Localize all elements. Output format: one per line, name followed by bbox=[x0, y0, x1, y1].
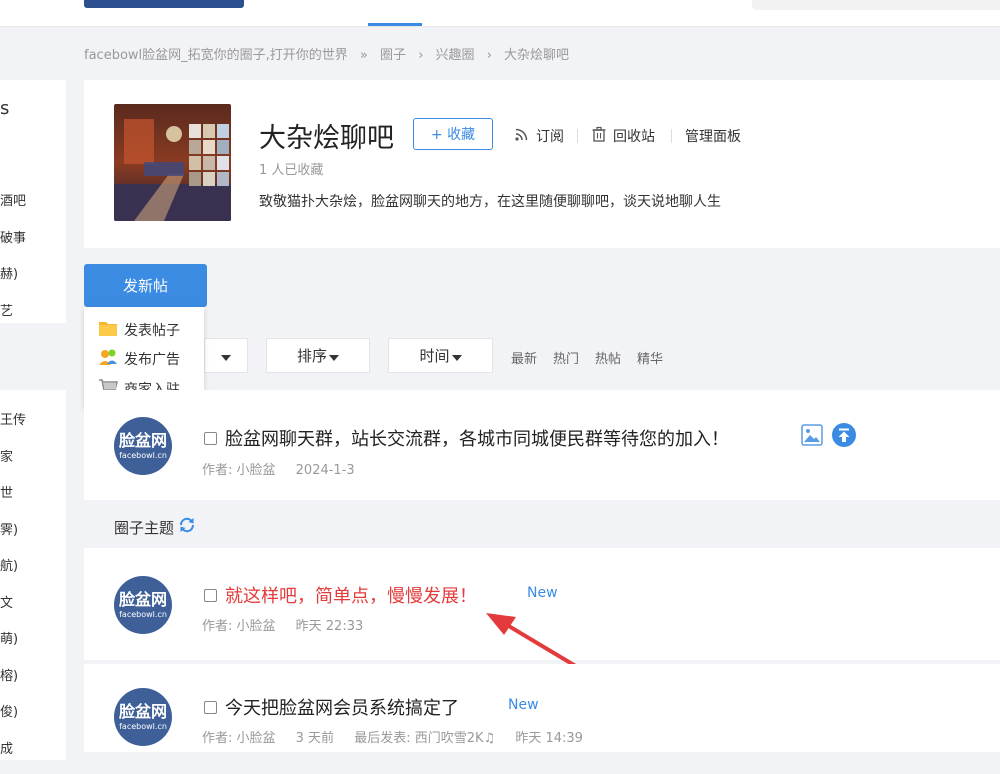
post-last-date: 昨天 14:39 bbox=[515, 731, 583, 746]
breadcrumb-circles[interactable]: 圈子 bbox=[380, 48, 406, 63]
pinned-post-title[interactable]: 脸盆网聊天群，站长交流群，各城市同城便民群等待您的加入！ bbox=[204, 425, 729, 451]
rss-icon bbox=[514, 126, 530, 146]
post-title[interactable]: 今天把脸盆网会员系统搞定了 bbox=[204, 694, 459, 720]
sidebar-item[interactable]: 榕) bbox=[0, 665, 66, 702]
section-title-text: 圈子主题 bbox=[114, 517, 174, 538]
section-title: 圈子主题 bbox=[114, 516, 196, 538]
sidebar-item[interactable]: 文 bbox=[0, 592, 66, 629]
checkbox-icon bbox=[204, 589, 217, 602]
sidebar-item[interactable]: 酒吧 bbox=[0, 190, 66, 227]
sort-dropdown[interactable]: 排序 bbox=[266, 338, 370, 373]
pinned-post-meta: 作者: 小脸盆 2024-1-3 bbox=[202, 459, 371, 478]
filter-latest[interactable]: 最新 bbox=[511, 348, 537, 367]
post-last-reply[interactable]: 最后发表: 西门吹雪2K♫ bbox=[354, 731, 495, 746]
post-date: 3 天前 bbox=[296, 731, 334, 746]
post-meta: 作者: 小脸盆 昨天 22:33 bbox=[202, 615, 379, 634]
caret-down-icon bbox=[452, 347, 462, 365]
avatar-domain: facebowl.cn bbox=[119, 723, 167, 731]
new-badge: New bbox=[508, 697, 539, 713]
post-author[interactable]: 作者: 小脸盆 bbox=[202, 731, 276, 746]
image-icon bbox=[801, 424, 823, 450]
group-description: 致敬猫扑大杂烩，脸盆网聊天的地方，在这里随便聊聊吧，谈天说地聊人生 bbox=[259, 191, 721, 211]
avatar-text: 脸盆网 bbox=[119, 704, 167, 720]
group-cover-image bbox=[114, 104, 231, 221]
breadcrumb-separator: › bbox=[418, 48, 423, 63]
sidebar-item[interactable]: 世 bbox=[0, 482, 66, 519]
breadcrumb-separator: » bbox=[360, 48, 368, 63]
time-dropdown[interactable]: 时间 bbox=[388, 338, 493, 373]
filter-hot-posts[interactable]: 热帖 bbox=[595, 348, 621, 367]
caret-down-icon bbox=[221, 347, 231, 365]
sidebar-item[interactable]: 赫) bbox=[0, 263, 66, 300]
breadcrumb-home[interactable]: facebowl脸盆网_拓宽你的圈子,打开你的世界 bbox=[84, 48, 348, 63]
menu-item-label: 发表帖子 bbox=[124, 320, 180, 340]
filter-featured[interactable]: 精华 bbox=[637, 348, 663, 367]
recycle-bin-label: 回收站 bbox=[613, 126, 655, 146]
breadcrumb-current[interactable]: 大杂烩聊吧 bbox=[504, 48, 569, 63]
breadcrumb: facebowl脸盆网_拓宽你的圈子,打开你的世界 » 圈子 › 兴趣圈 › 大… bbox=[84, 44, 577, 63]
site-logo[interactable] bbox=[84, 0, 244, 8]
favorite-count: 1 人已收藏 bbox=[259, 159, 323, 178]
post-meta: 作者: 小脸盆 3 天前 最后发表: 西门吹雪2K♫ 昨天 14:39 bbox=[202, 727, 599, 746]
sidebar-item[interactable]: 航) bbox=[0, 555, 66, 592]
time-label: 时间 bbox=[419, 345, 449, 366]
post-title[interactable]: 就这样吧，简单点，慢慢发展！ bbox=[204, 582, 477, 608]
avatar[interactable]: 脸盆网 facebowl.cn bbox=[114, 417, 172, 475]
avatar-domain: facebowl.cn bbox=[119, 452, 167, 460]
recycle-bin-link[interactable]: 回收站 bbox=[591, 126, 655, 146]
menu-item-label: 发布广告 bbox=[124, 349, 180, 369]
filter-hot[interactable]: 热门 bbox=[553, 348, 579, 367]
sidebar-item[interactable]: 俊) bbox=[0, 701, 66, 738]
pin-top-icon bbox=[832, 423, 856, 451]
sidebar-item[interactable]: 破事 bbox=[0, 227, 66, 264]
avatar-domain: facebowl.cn bbox=[119, 611, 167, 619]
sort-label: 排序 bbox=[297, 345, 327, 366]
post-title-text: 脸盆网聊天群，站长交流群，各城市同城便民群等待您的加入！ bbox=[225, 425, 729, 451]
checkbox-icon bbox=[204, 701, 217, 714]
avatar[interactable]: 脸盆网 facebowl.cn bbox=[114, 576, 172, 634]
sidebar-item[interactable]: 萌) bbox=[0, 628, 66, 665]
action-divider bbox=[671, 129, 672, 143]
post-title-text: 就这样吧，简单点，慢慢发展！ bbox=[225, 582, 477, 608]
subscribe-link[interactable]: 订阅 bbox=[514, 126, 564, 146]
subscribe-label: 订阅 bbox=[536, 126, 564, 146]
favorite-button[interactable]: + 收藏 bbox=[413, 118, 493, 150]
checkbox-icon bbox=[204, 432, 217, 445]
action-divider bbox=[577, 129, 578, 143]
users-icon bbox=[98, 348, 118, 370]
breadcrumb-separator: › bbox=[487, 48, 492, 63]
new-post-button[interactable]: 发新帖 bbox=[84, 264, 207, 307]
breadcrumb-interest[interactable]: 兴趣圈 bbox=[436, 48, 475, 63]
refresh-icon[interactable] bbox=[178, 516, 196, 538]
folder-icon bbox=[98, 319, 118, 341]
sidebar-item[interactable]: 王传 bbox=[0, 409, 66, 446]
menu-item-publish-ad[interactable]: 发布广告 bbox=[98, 348, 180, 370]
avatar[interactable]: 脸盆网 facebowl.cn bbox=[114, 688, 172, 746]
sidebar-item[interactable]: 家 bbox=[0, 446, 66, 483]
post-author[interactable]: 作者: 小脸盆 bbox=[202, 619, 276, 634]
search-input[interactable] bbox=[752, 0, 1000, 10]
filter-links: 最新 热门 热帖 精华 bbox=[511, 348, 663, 367]
group-title: 大杂烩聊吧 bbox=[259, 116, 394, 155]
sidebar-list: 酒吧 破事 赫) 艺 艺 金 王传 家 世 霁) 航) 文 萌) 榕) 俊) 成 bbox=[0, 190, 66, 774]
sidebar-item[interactable]: 成 bbox=[0, 738, 66, 774]
post-author[interactable]: 作者: 小脸盆 bbox=[202, 463, 276, 478]
active-nav-indicator bbox=[368, 23, 422, 26]
menu-item-publish-post[interactable]: 发表帖子 bbox=[98, 319, 180, 341]
post-date: 昨天 22:33 bbox=[296, 619, 364, 634]
avatar-text: 脸盆网 bbox=[119, 592, 167, 608]
sidebar-heading: s bbox=[0, 98, 9, 119]
left-sidebar: s 酒吧 破事 赫) 艺 艺 金 王传 家 世 霁) 航) 文 萌) 榕) 俊)… bbox=[0, 80, 66, 760]
avatar-text: 脸盆网 bbox=[119, 433, 167, 449]
caret-down-icon bbox=[329, 347, 339, 365]
trash-icon bbox=[591, 126, 607, 146]
sidebar-item[interactable]: 霁) bbox=[0, 519, 66, 556]
new-badge: New bbox=[527, 585, 558, 601]
category-dropdown[interactable] bbox=[204, 338, 248, 373]
admin-panel-link[interactable]: 管理面板 bbox=[685, 126, 741, 146]
post-title-text: 今天把脸盆网会员系统搞定了 bbox=[225, 694, 459, 720]
post-date: 2024-1-3 bbox=[296, 463, 355, 478]
